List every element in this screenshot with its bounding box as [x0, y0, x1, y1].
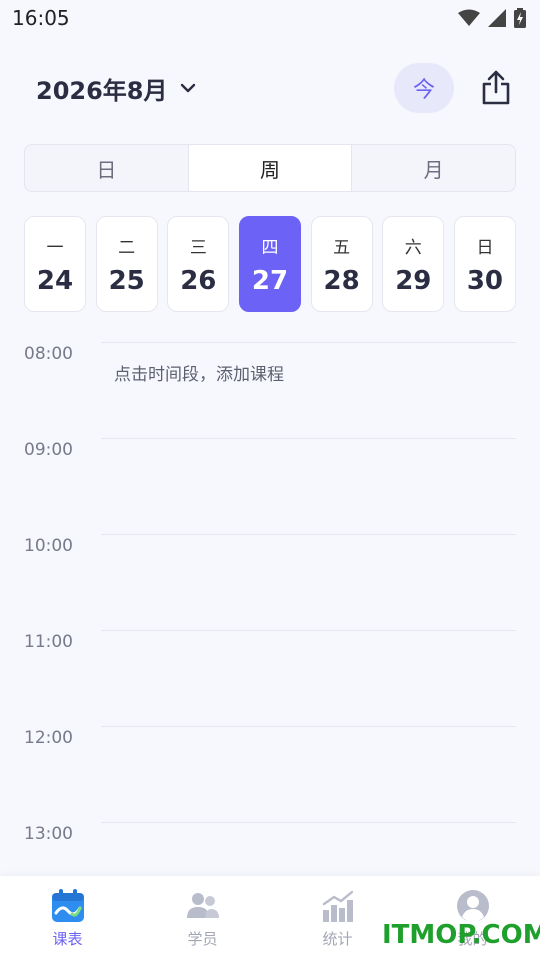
- day-weekday: 六: [404, 237, 422, 258]
- day-weekday: 四: [261, 237, 279, 258]
- time-slot-1000[interactable]: 10:00: [0, 532, 540, 628]
- time-slot-1100[interactable]: 11:00: [0, 628, 540, 724]
- status-bar: 16:05: [0, 0, 540, 36]
- today-label: 今: [412, 78, 435, 103]
- hour-label: 10:00: [24, 536, 73, 556]
- week-day-selector: 一 24 二 25 三 26 四 27 五 28 六 29 日 30: [24, 216, 516, 312]
- status-time: 16:05: [12, 6, 70, 30]
- status-icons: [458, 8, 526, 28]
- day-weekday: 二: [118, 237, 136, 258]
- hour-divider: [101, 438, 516, 439]
- day-card-sun[interactable]: 日 30: [453, 216, 516, 312]
- day-number: 28: [323, 265, 360, 296]
- hour-label: 13:00: [24, 824, 73, 844]
- tab-label: 月: [423, 157, 444, 182]
- share-button[interactable]: [476, 68, 516, 108]
- day-card-fri[interactable]: 五 28: [310, 216, 373, 312]
- hour-divider: [101, 726, 516, 727]
- chart-icon: [322, 890, 353, 922]
- month-title: 2026年8月: [36, 76, 168, 105]
- day-weekday: 五: [333, 237, 351, 258]
- hour-divider: [101, 822, 516, 823]
- nav-label: 学员: [187, 930, 218, 948]
- battery-icon: [514, 8, 526, 28]
- calendar-icon: [51, 889, 84, 922]
- hour-label: 11:00: [24, 632, 73, 652]
- watermark: ITMOP.COM: [382, 920, 540, 950]
- day-card-thu-selected[interactable]: 四 27: [238, 216, 301, 312]
- add-course-hint: 点击时间段，添加课程: [114, 365, 284, 385]
- tab-week[interactable]: 周: [188, 145, 353, 191]
- day-number: 30: [466, 265, 504, 296]
- hour-divider: [101, 342, 516, 343]
- today-button[interactable]: 今: [394, 63, 454, 113]
- view-switch: 日 周 月: [24, 144, 516, 192]
- header: 2026年8月 今: [0, 60, 540, 116]
- hour-label: 12:00: [24, 728, 73, 748]
- nav-label: 统计: [322, 930, 353, 948]
- day-number: 29: [395, 265, 432, 296]
- tab-label: 周: [260, 157, 280, 182]
- day-number: 27: [251, 265, 289, 296]
- day-number: 25: [108, 265, 145, 296]
- hour-label: 09:00: [24, 440, 73, 460]
- nav-label: 课表: [52, 930, 83, 948]
- profile-icon: [456, 890, 489, 922]
- month-picker[interactable]: 2026年8月: [36, 71, 196, 106]
- day-card-mon[interactable]: 一 24: [24, 216, 86, 312]
- tab-label: 日: [96, 157, 117, 182]
- hour-divider: [101, 534, 516, 535]
- signal-icon: [488, 9, 506, 27]
- day-card-sat[interactable]: 六 29: [382, 216, 445, 312]
- timeline: 08:00 点击时间段，添加课程 09:00 10:00 11:00 12:00…: [0, 340, 540, 876]
- day-number: 26: [180, 265, 217, 296]
- people-icon: [186, 893, 219, 918]
- time-slot-0800[interactable]: 08:00 点击时间段，添加课程: [0, 340, 540, 436]
- hour-label: 08:00: [24, 344, 73, 364]
- share-icon: [482, 70, 510, 105]
- wifi-icon: [458, 9, 480, 26]
- time-slot-0900[interactable]: 09:00: [0, 436, 540, 532]
- nav-schedule[interactable]: 课表: [0, 876, 135, 960]
- tab-month[interactable]: 月: [352, 145, 515, 191]
- day-number: 24: [36, 265, 74, 296]
- day-weekday: 三: [189, 237, 207, 258]
- chevron-down-icon: [180, 83, 195, 93]
- day-weekday: 一: [46, 237, 64, 258]
- header-actions: 今: [394, 63, 516, 113]
- day-card-tue[interactable]: 二 25: [95, 216, 158, 312]
- day-card-wed[interactable]: 三 26: [167, 216, 230, 312]
- day-weekday: 日: [476, 237, 494, 258]
- tab-day[interactable]: 日: [25, 145, 189, 191]
- hour-divider: [101, 630, 516, 631]
- nav-students[interactable]: 学员: [135, 876, 270, 960]
- time-slot-1200[interactable]: 12:00: [0, 724, 540, 820]
